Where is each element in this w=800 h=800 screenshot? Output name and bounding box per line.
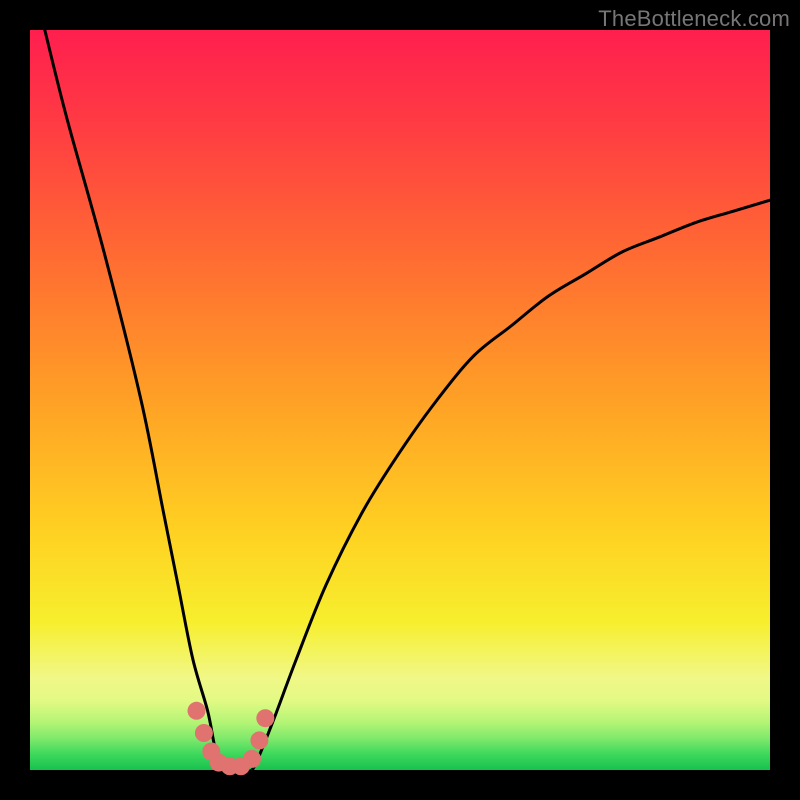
marker-dot [195,724,213,742]
chart-svg [30,30,770,770]
marker-dot [243,750,261,768]
marker-dot [256,709,274,727]
attribution-text: TheBottleneck.com [598,6,790,32]
bottleneck-curve [45,30,770,772]
marker-dot [250,731,268,749]
marker-dot [188,702,206,720]
marker-dots [188,702,275,776]
